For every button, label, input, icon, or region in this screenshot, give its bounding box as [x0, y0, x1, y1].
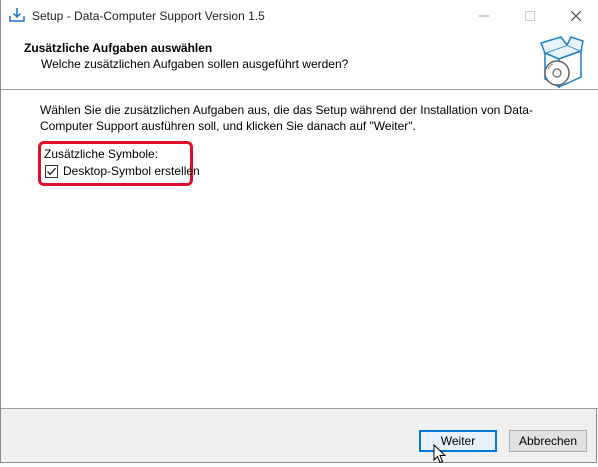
minimize-icon: [479, 11, 489, 21]
desktop-icon-checkbox[interactable]: [45, 164, 58, 178]
mouse-cursor-icon: [433, 443, 447, 464]
installer-app-icon: [9, 7, 25, 23]
cancel-button[interactable]: Abbrechen: [509, 430, 587, 452]
close-button[interactable]: [553, 0, 598, 31]
wizard-header: Zusätzliche Aufgaben auswählen Welche zu…: [1, 31, 598, 89]
setup-window: Setup - Data-Computer Support Version 1.…: [0, 0, 598, 464]
desktop-icon-label[interactable]: Desktop-Symbol erstellen: [63, 164, 200, 178]
page-title: Zusätzliche Aufgaben auswählen: [24, 41, 213, 55]
page-subtitle: Welche zusätzlichen Aufgaben sollen ausg…: [41, 57, 349, 71]
wizard-body: Wählen Sie die zusätzlichen Aufgaben aus…: [1, 90, 598, 408]
instructions-text: Wählen Sie die zusätzlichen Aufgaben aus…: [40, 103, 533, 133]
next-button[interactable]: Weiter: [419, 430, 497, 452]
group-label: Zusätzliche Symbole:: [44, 147, 159, 161]
task-desktop-icon[interactable]: Desktop-Symbol erstellen: [45, 164, 200, 178]
setup-box-disc-icon: [537, 35, 585, 89]
close-icon: [571, 10, 581, 21]
window-title: Setup - Data-Computer Support Version 1.…: [32, 9, 265, 23]
footer-divider: [1, 408, 598, 409]
minimize-button[interactable]: [461, 0, 507, 31]
maximize-icon: [525, 10, 535, 21]
maximize-button[interactable]: [507, 0, 553, 31]
title-bar[interactable]: Setup - Data-Computer Support Version 1.…: [1, 0, 598, 31]
